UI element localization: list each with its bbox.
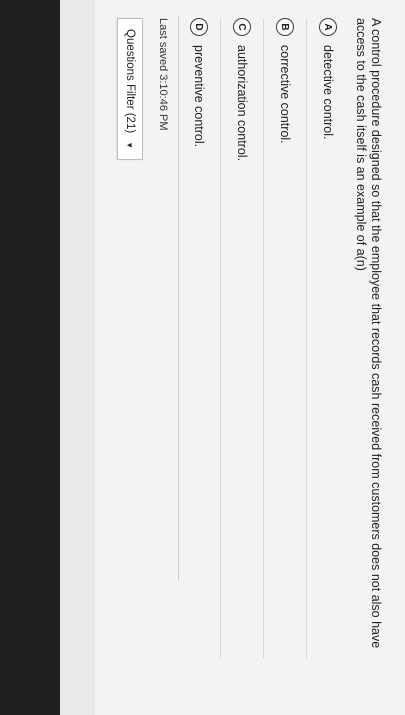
answer-options: A detective control. B corrective contro… (174, 18, 339, 658)
questions-filter-button[interactable]: Questions Filter (21) ▼ (117, 18, 143, 161)
answer-option-b[interactable]: B corrective control. (274, 18, 307, 658)
caret-down-icon: ▼ (125, 141, 135, 150)
option-letter-badge: C (233, 18, 251, 36)
option-label: preventive control. (192, 45, 206, 148)
option-letter-badge: A (319, 18, 337, 36)
answer-option-d[interactable]: D preventive control. (188, 18, 221, 658)
last-saved-status: Last saved 3:10:46 PM (157, 18, 169, 131)
screen: A control procedure designed so that the… (60, 0, 405, 715)
option-label: detective control. (321, 45, 335, 140)
questions-filter-label: Questions Filter (21) (124, 29, 136, 134)
option-letter-badge: B (276, 18, 294, 36)
option-letter-badge: D (190, 18, 208, 36)
quiz-ui: A control procedure designed so that the… (60, 0, 405, 715)
answer-option-c[interactable]: C authorization control. (231, 18, 264, 658)
option-label: corrective control. (278, 45, 292, 144)
question-text: A control procedure designed so that the… (354, 18, 383, 649)
footer-bar (60, 0, 95, 715)
divider (178, 16, 179, 581)
option-label: authorization control. (235, 45, 249, 162)
answer-option-a[interactable]: A detective control. (317, 18, 339, 658)
